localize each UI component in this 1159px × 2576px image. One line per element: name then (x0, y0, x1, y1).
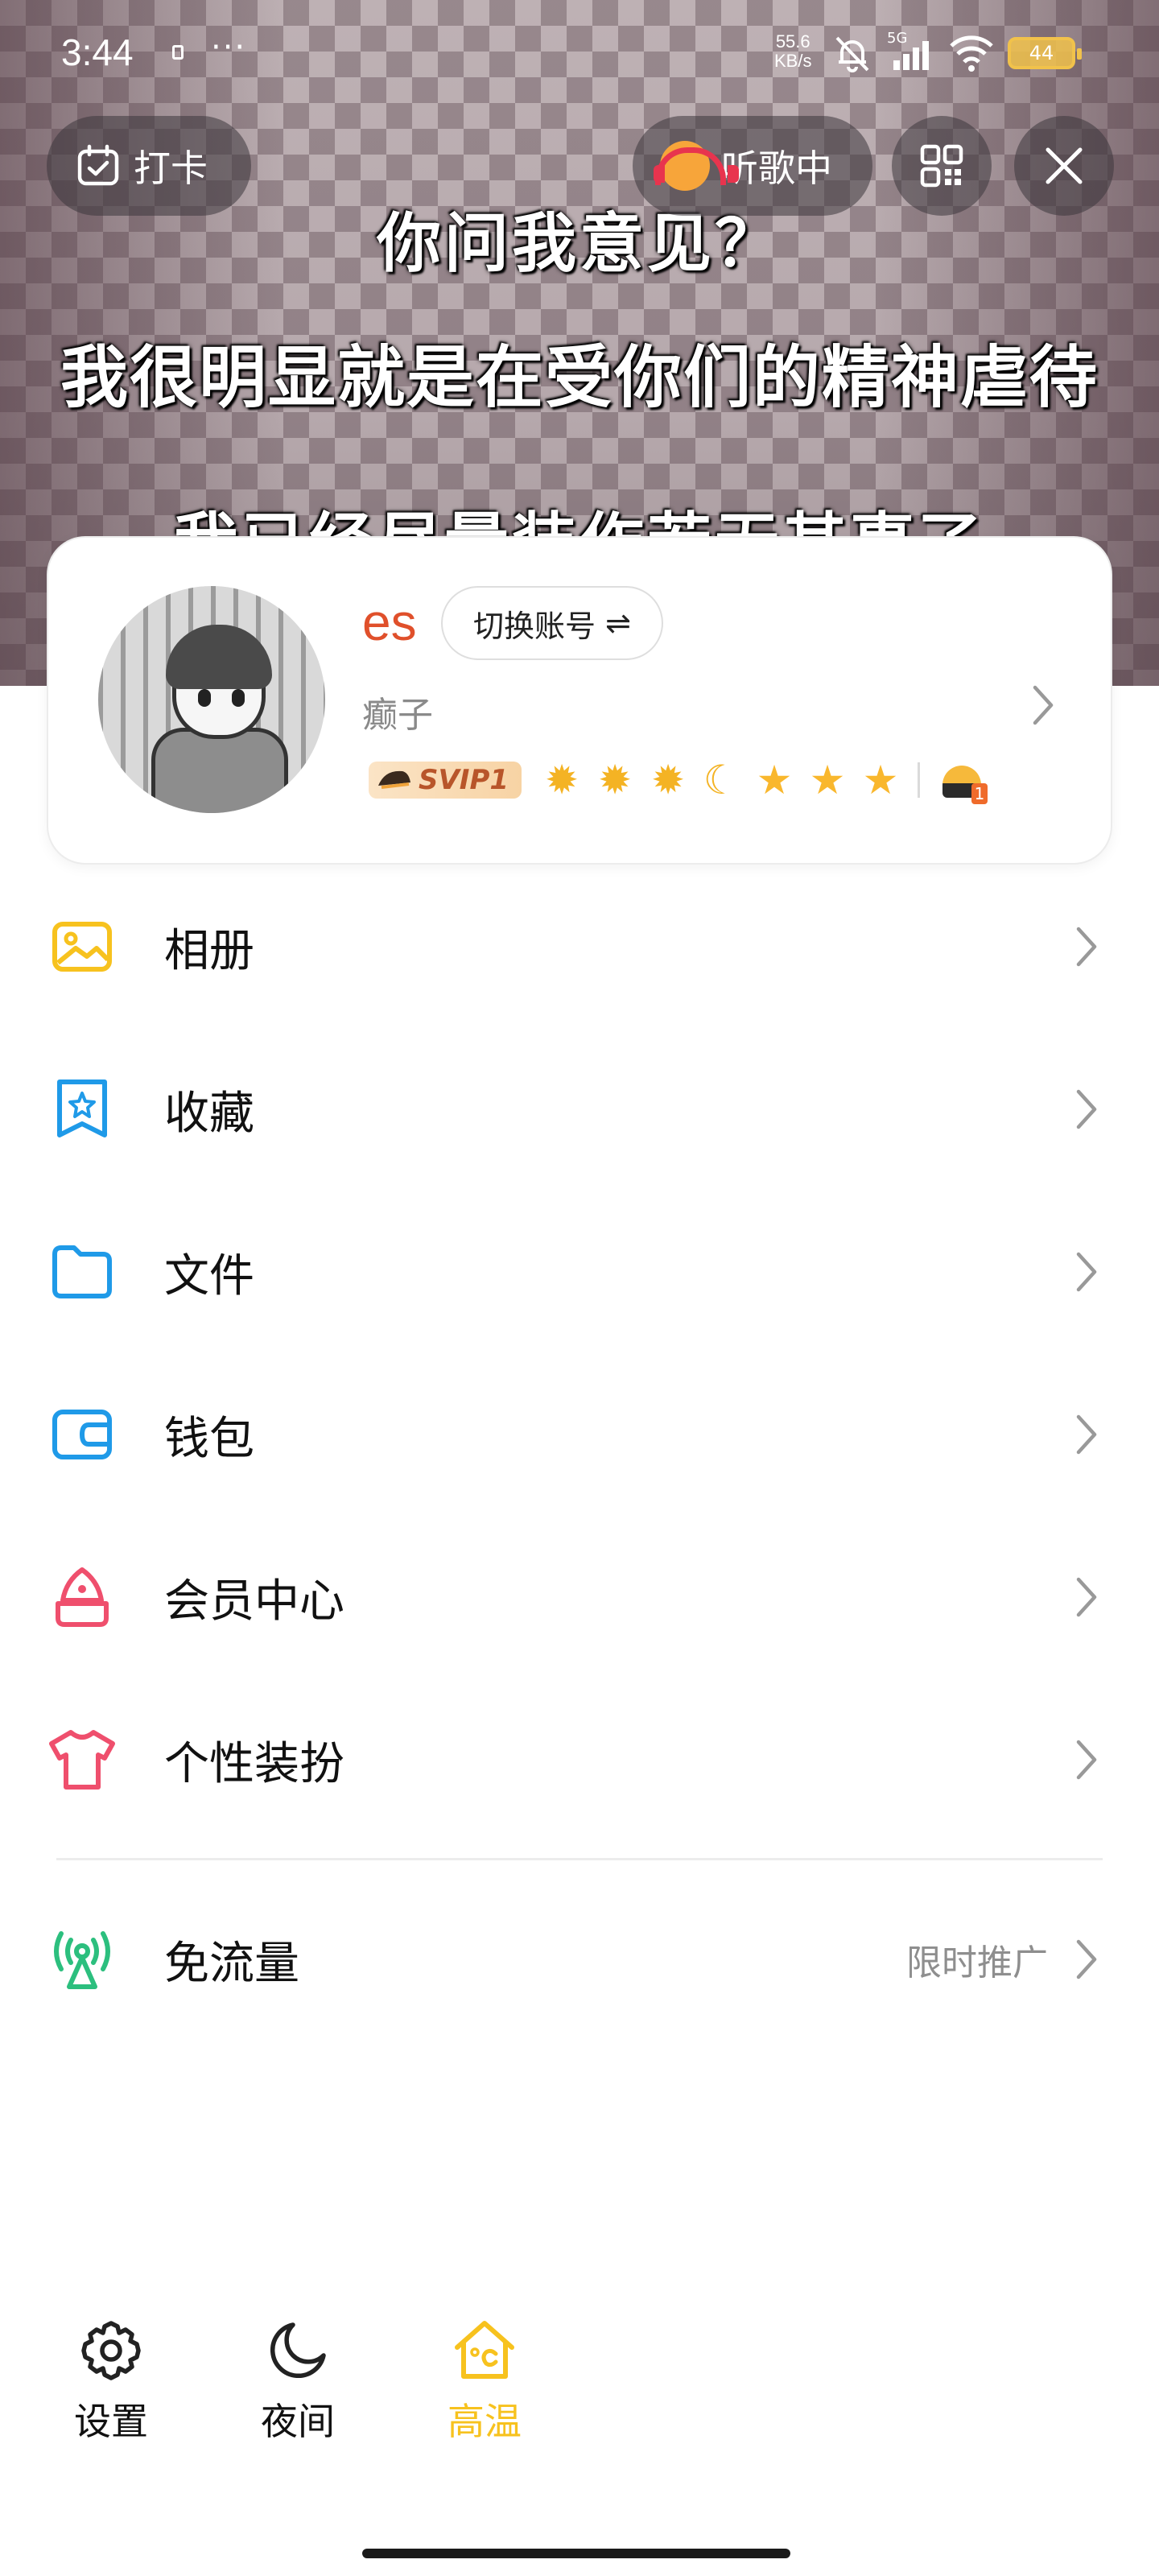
avatar[interactable] (98, 586, 325, 813)
menu-label-album: 相册 (164, 924, 254, 977)
notification-dot-icon (172, 45, 184, 60)
listening-music-button[interactable]: 听歌中 (633, 116, 872, 216)
chevron-right-icon (1076, 1740, 1097, 1780)
vip-center-icon (47, 1562, 118, 1633)
wifi-icon (950, 35, 993, 72)
svip-label: SVIP1 (419, 764, 509, 796)
level-sun-icon: ✹ (545, 757, 579, 803)
menu-label-free-data: 免流量 (164, 1937, 299, 1990)
calendar-check-icon (77, 144, 119, 186)
level-moon-icon: ☾ (703, 757, 740, 803)
level-icons: ✹ ✹ ✹ ☾ ★ ★ ★ (539, 756, 903, 804)
battery-icon: 44 (1008, 37, 1082, 69)
vip-crown-icon[interactable]: 1 (939, 756, 988, 804)
level-star-icon: ★ (756, 757, 793, 803)
menu-item-favorites[interactable]: 收藏 (0, 1029, 1159, 1190)
settings-label: 设置 (74, 2400, 148, 2443)
headphones-emoji-icon (654, 141, 739, 191)
chevron-right-icon[interactable] (1027, 683, 1059, 728)
network-speed: 55.6 KB/s (774, 32, 811, 71)
tshirt-icon (47, 1724, 118, 1795)
svip-badge[interactable]: SVIP1 (369, 762, 522, 799)
close-button[interactable] (1014, 116, 1114, 216)
avatar-hair (166, 625, 272, 689)
chevron-right-icon (1076, 1252, 1097, 1292)
nickname: 癫子 (362, 695, 433, 736)
home-indicator[interactable] (362, 2549, 790, 2558)
level-sun-icon: ✹ (651, 757, 685, 803)
badge-separator (918, 762, 921, 798)
promo-label: 限时推广 (906, 1942, 1048, 1984)
switch-account-label: 切换账号 (473, 608, 596, 644)
cell-signal-icon: 5G (887, 30, 935, 73)
avatar-eye-left (198, 689, 211, 707)
photo-album-icon (47, 911, 118, 982)
status-time: 3:44 (61, 31, 134, 73)
menu-item-vip-center[interactable]: 会员中心 (0, 1517, 1159, 1678)
settings-button[interactable]: 设置 (47, 2318, 175, 2455)
moon-icon (270, 2322, 326, 2378)
network-speed-unit: KB/s (774, 51, 812, 71)
chevron-right-icon (1076, 1414, 1097, 1455)
menu-item-wallet[interactable]: 钱包 (0, 1354, 1159, 1515)
avatar-eye-right (232, 689, 245, 707)
qr-code-icon (920, 144, 963, 188)
level-star-icon: ★ (862, 757, 899, 803)
battery-level: 44 (1029, 42, 1054, 64)
level-star-icon: ★ (809, 757, 846, 803)
checkin-label: 打卡 (134, 147, 208, 190)
wallet-icon (47, 1399, 118, 1470)
menu-divider (56, 1858, 1103, 1860)
gear-icon (81, 2321, 141, 2380)
night-mode-button[interactable]: 夜间 (233, 2318, 362, 2455)
favorites-icon (47, 1074, 118, 1145)
banner-subtitle-2: 我很明显就是在受你们的精神虐待 (60, 337, 1099, 417)
mute-icon (835, 36, 869, 72)
chevron-right-icon (1076, 1577, 1097, 1617)
chevron-right-icon (1076, 1939, 1097, 1979)
chevron-right-icon (1076, 1089, 1097, 1129)
status-icons: 5G 44 (831, 30, 1082, 76)
close-icon (1046, 147, 1083, 184)
level-sun-icon: ✹ (598, 757, 632, 803)
status-more: ··· (211, 29, 247, 66)
high-temp-label: 高温 (448, 2400, 522, 2443)
username: es (362, 593, 417, 651)
high-temp-button[interactable]: 高温 (420, 2318, 549, 2455)
antenna-icon (47, 1924, 118, 1995)
menu-label-vip-center: 会员中心 (164, 1575, 344, 1628)
night-mode-label: 夜间 (261, 2400, 335, 2443)
menu-item-files[interactable]: 文件 (0, 1191, 1159, 1352)
menu-item-free-data[interactable]: 免流量 限时推广 (0, 1879, 1159, 2040)
listening-label: 听歌中 (721, 147, 832, 190)
network-speed-value: 55.6 (775, 31, 810, 52)
folder-icon (47, 1236, 118, 1307)
menu-label-favorites: 收藏 (164, 1087, 254, 1140)
crown-number: 1 (971, 783, 988, 804)
house-thermometer-icon (455, 2321, 514, 2379)
avatar-body (151, 728, 288, 813)
menu-label-files: 文件 (164, 1249, 254, 1302)
profile-card[interactable]: es 切换账号 ⇌ 癫子 SVIP1 ✹ ✹ ✹ ☾ ★ ★ ★ 1 (47, 536, 1112, 865)
menu-item-album[interactable]: 相册 (0, 866, 1159, 1027)
menu-label-personalize: 个性装扮 (164, 1737, 344, 1790)
switch-arrows-icon: ⇌ (605, 605, 631, 641)
badge-row[interactable]: SVIP1 ✹ ✹ ✹ ☾ ★ ★ ★ 1 (369, 753, 988, 807)
chevron-right-icon (1076, 927, 1097, 967)
menu-item-personalize[interactable]: 个性装扮 (0, 1679, 1159, 1840)
menu-label-wallet: 钱包 (164, 1412, 254, 1465)
qr-code-button[interactable] (892, 116, 992, 216)
status-bar: 3:44 ··· 55.6 KB/s 5G 44 (0, 0, 1159, 105)
switch-account-button[interactable]: 切换账号 ⇌ (441, 586, 663, 660)
checkin-button[interactable]: 打卡 (47, 116, 251, 216)
signal-label: 5G (887, 30, 908, 47)
svip-hat-icon (378, 770, 410, 789)
